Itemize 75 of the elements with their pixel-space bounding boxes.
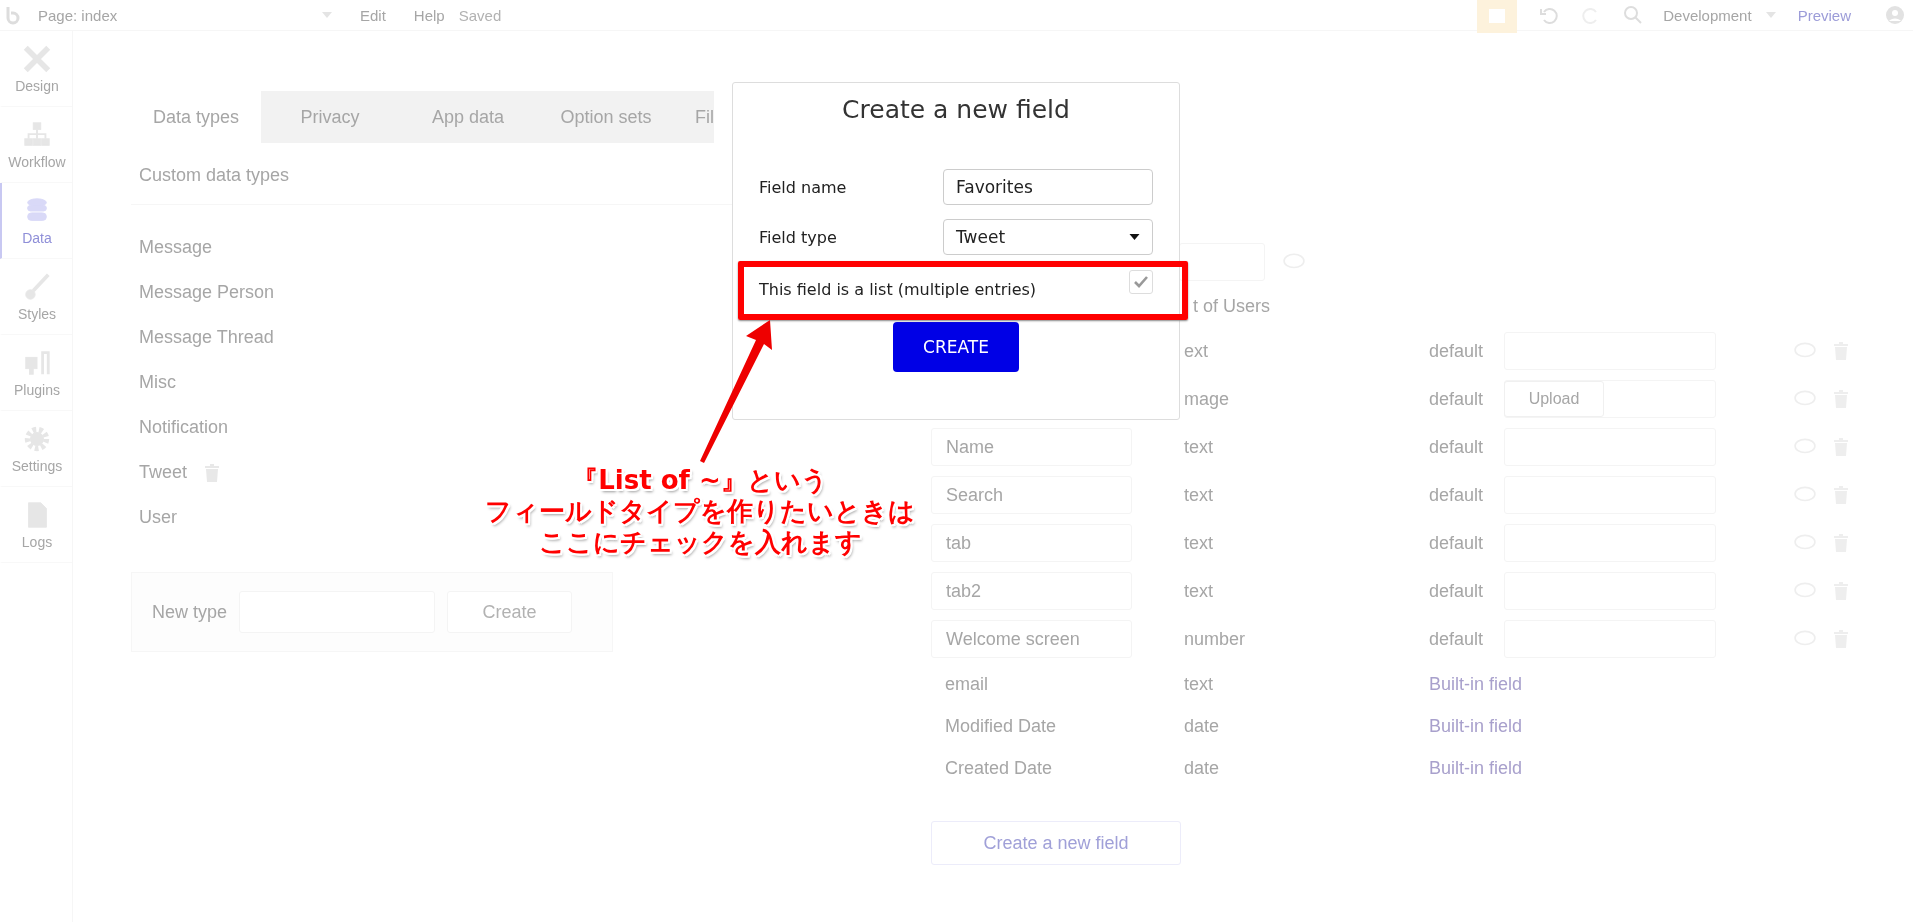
- annotation-text: 『List of ~』という フィールドタイプを作りたいときは ここにチェックを入れます: [484, 465, 916, 559]
- search-icon[interactable]: [1623, 5, 1644, 25]
- menu-item[interactable]: Edit: [360, 6, 386, 24]
- field-type: ext: [1184, 340, 1209, 362]
- field-name-input[interactable]: Name: [931, 428, 1132, 466]
- sidebar-item[interactable]: Plugins: [0, 335, 72, 411]
- sidebar-item[interactable]: Design: [0, 31, 72, 107]
- field-type: text: [1184, 484, 1214, 506]
- field-type: text: [1184, 673, 1214, 695]
- sidebar-item[interactable]: Data: [0, 183, 72, 259]
- sidebar-item[interactable]: Settings: [0, 411, 72, 487]
- tools-icon: [22, 43, 52, 74]
- default-label: default: [1429, 340, 1485, 362]
- field-type: mage: [1184, 388, 1231, 410]
- brush-icon: [22, 271, 52, 302]
- tab[interactable]: Privacy: [261, 91, 399, 143]
- tab[interactable]: App data: [399, 91, 537, 143]
- caret-icon[interactable]: [1129, 234, 1140, 240]
- data-type-item[interactable]: Message: [139, 237, 213, 258]
- section-title: t of Users: [1193, 295, 1271, 317]
- undo-icon[interactable]: [1539, 5, 1560, 25]
- builtin-note: Built-in field: [1429, 757, 1523, 779]
- checkbox-label: This field is a list (multiple entries): [759, 279, 1037, 299]
- sidebar-item[interactable]: Logs: [0, 487, 72, 563]
- field-type: number: [1184, 628, 1247, 650]
- default-label: default: [1429, 580, 1485, 602]
- create-button[interactable]: Create: [447, 591, 573, 633]
- checkbox[interactable]: [1129, 270, 1153, 294]
- data-type-item[interactable]: Misc: [139, 372, 176, 393]
- tab[interactable]: Fil: [675, 91, 714, 143]
- check-icon: [1134, 276, 1148, 288]
- field-type: date: [1184, 757, 1221, 779]
- save-status: Saved: [458, 6, 502, 24]
- upload-button[interactable]: Upload: [1504, 381, 1604, 417]
- data-type-item[interactable]: Tweet: [139, 462, 188, 483]
- field-type: text: [1184, 580, 1214, 602]
- data-type-item[interactable]: Notification: [139, 417, 229, 438]
- builtin-note: Built-in field: [1429, 715, 1523, 737]
- field-name-input[interactable]: tab: [931, 524, 1132, 562]
- sidebar-item[interactable]: Styles: [0, 259, 72, 335]
- default-label: default: [1429, 532, 1485, 554]
- field-name: Modified Date: [945, 715, 1057, 736]
- default-label: default: [1429, 484, 1485, 506]
- data-type-item[interactable]: Message Thread: [139, 327, 274, 348]
- field-type: date: [1184, 715, 1221, 737]
- preview-link[interactable]: Preview: [1797, 6, 1851, 24]
- field-type: text: [1184, 436, 1214, 458]
- tab[interactable]: Option sets: [537, 91, 675, 143]
- create-button[interactable]: CREATE: [893, 322, 1019, 372]
- environment-selector[interactable]: Development: [1663, 6, 1752, 24]
- field-name-input[interactable]: Welcome screen: [931, 620, 1132, 658]
- user-icon[interactable]: [1885, 5, 1905, 25]
- field-label: Field type: [759, 227, 837, 247]
- default-label: default: [1429, 436, 1485, 458]
- default-label: default: [1429, 628, 1485, 650]
- data-type-item[interactable]: User: [139, 507, 177, 528]
- data-type-item[interactable]: Message Person: [139, 282, 275, 303]
- input-field[interactable]: Favorites: [943, 169, 1153, 205]
- field-label: New type: [152, 601, 228, 623]
- menu-item[interactable]: Help: [413, 6, 445, 24]
- field-label: Field name: [759, 177, 847, 197]
- type-dropdown[interactable]: Tweet: [943, 219, 1153, 255]
- dialog-title: Create a new field: [841, 95, 1071, 124]
- gift-icon[interactable]: [1477, 0, 1518, 33]
- page-selector[interactable]: Page: index: [38, 6, 308, 24]
- default-label: default: [1429, 388, 1485, 410]
- field-type: text: [1184, 532, 1214, 554]
- create-field-button[interactable]: Create a new field: [931, 821, 1181, 865]
- field-name: email: [945, 673, 988, 694]
- default-input[interactable]: Upload: [1504, 380, 1716, 418]
- builtin-note: Built-in field: [1429, 673, 1523, 695]
- field-name-input[interactable]: Search: [931, 476, 1132, 514]
- field-name: Created Date: [945, 757, 1053, 778]
- field-name-input[interactable]: tab2: [931, 572, 1132, 610]
- sidebar-item[interactable]: Workflow: [0, 107, 72, 183]
